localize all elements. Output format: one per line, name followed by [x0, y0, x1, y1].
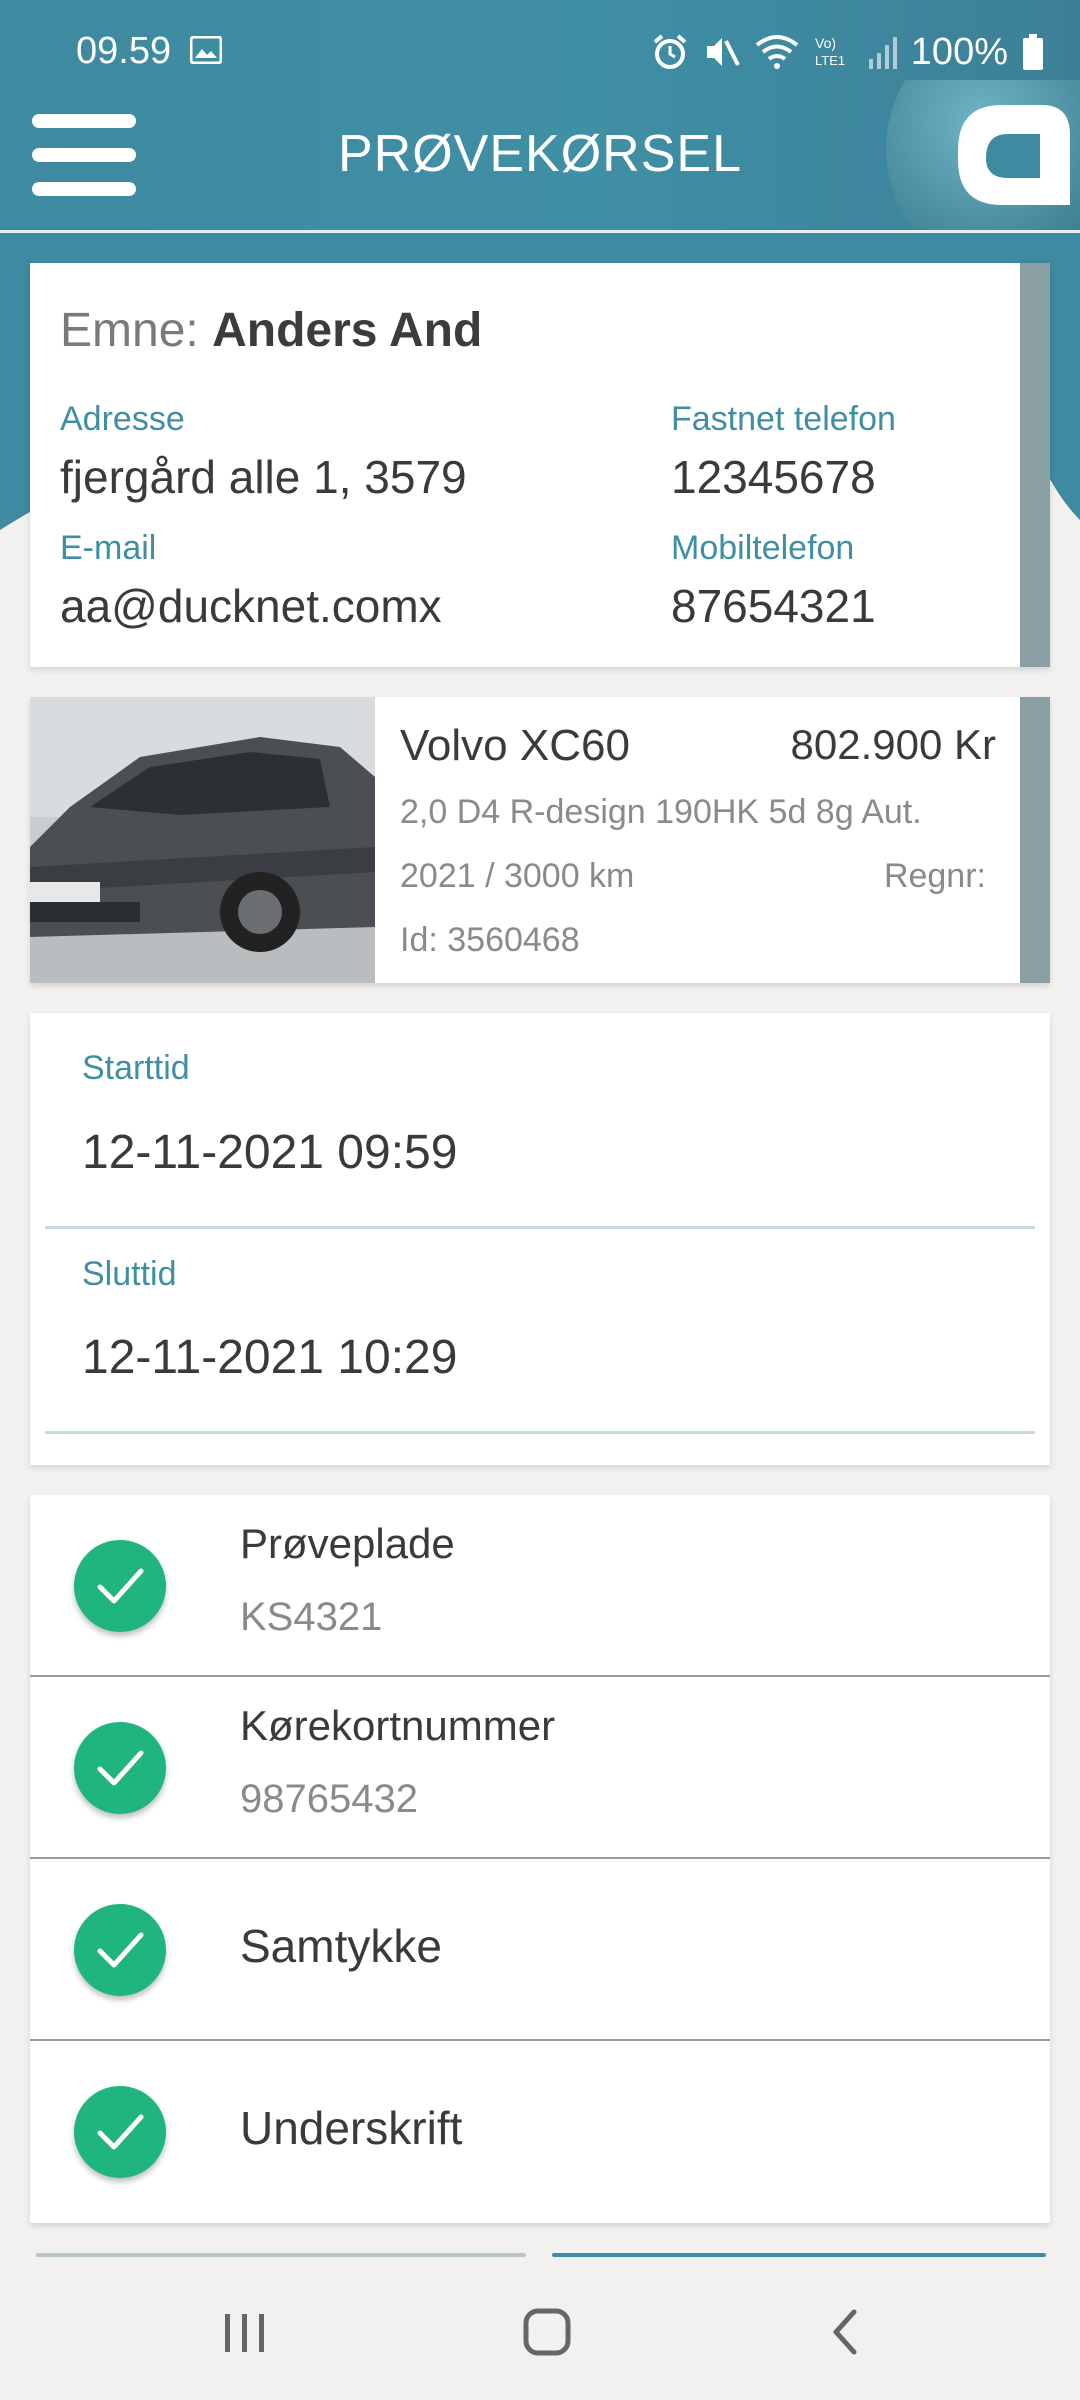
end-time-underline — [45, 1431, 1035, 1434]
check-value: 98765432 — [240, 1777, 418, 1821]
landline-value[interactable]: 12345678 — [671, 450, 876, 504]
check-row-underskrift[interactable]: Underskrift — [30, 2041, 1050, 2223]
customer-card[interactable]: Emne: Anders And Adresse fjergård alle 1… — [30, 263, 1050, 667]
check-title: Kørekortnummer — [240, 1702, 556, 1749]
end-time-field[interactable]: 12-11-2021 10:29 — [82, 1330, 457, 1385]
secondary-button-edge[interactable] — [36, 2253, 526, 2257]
car-year-km: 2021 / 3000 km — [400, 857, 635, 895]
check-icon — [74, 1540, 166, 1632]
car-id: Id: 3560468 — [400, 921, 580, 959]
check-value: KS4321 — [240, 1595, 383, 1639]
volte-icon: Vo) LTE1 — [815, 35, 845, 68]
status-time: 09.59 — [76, 30, 172, 72]
subject-line: Emne: Anders And — [60, 303, 482, 358]
car-regnr-label: Regnr: — [883, 857, 986, 895]
image-icon — [190, 36, 222, 64]
home-icon[interactable] — [506, 2302, 586, 2362]
back-icon[interactable] — [808, 2302, 888, 2362]
car-variant: 2,0 D4 R-design 190HK 5d 8g Aut. — [400, 793, 922, 831]
start-time-field[interactable]: 12-11-2021 09:59 — [82, 1125, 457, 1180]
address-label: Adresse — [60, 400, 185, 438]
email-value[interactable]: aa@ducknet.comx — [60, 579, 442, 633]
check-title: Underskrift — [240, 2102, 463, 2154]
brand-logo — [886, 80, 1080, 230]
status-icons: Vo) LTE1 100% — [651, 24, 1044, 80]
start-time-label: Starttid — [82, 1049, 190, 1087]
mobile-label: Mobiltelefon — [671, 529, 855, 567]
check-title: Prøveplade — [240, 1520, 455, 1567]
car-photo — [30, 697, 375, 983]
subject-name: Anders And — [212, 304, 483, 357]
battery-percent: 100% — [910, 30, 1008, 73]
landline-label: Fastnet telefon — [671, 400, 896, 438]
system-nav-bar — [0, 2262, 1080, 2400]
header-divider — [0, 230, 1080, 233]
subject-label: Emne: — [60, 304, 199, 357]
check-icon — [74, 1722, 166, 1814]
primary-button-edge[interactable] — [552, 2253, 1046, 2257]
times-card: Starttid 12-11-2021 09:59 Sluttid 12-11-… — [30, 1013, 1050, 1465]
check-icon — [74, 2086, 166, 2178]
car-price: 802.900 Kr — [790, 721, 997, 768]
battery-icon — [1023, 34, 1043, 70]
recent-apps-icon[interactable] — [205, 2302, 285, 2362]
card-side-strip — [1020, 263, 1050, 667]
check-row-proveplade[interactable]: Prøveplade KS4321 — [30, 1495, 1050, 1677]
card-side-strip — [1020, 697, 1050, 983]
check-title: Samtykke — [240, 1920, 442, 1972]
alarm-icon — [653, 34, 687, 69]
svg-text:LTE1: LTE1 — [815, 53, 845, 68]
check-row-samtykke[interactable]: Samtykke — [30, 1859, 1050, 2041]
svg-text:Vo): Vo) — [815, 35, 836, 51]
signal-icon — [868, 37, 897, 69]
end-time-label: Sluttid — [82, 1255, 177, 1293]
start-time-underline — [45, 1226, 1035, 1229]
car-card[interactable]: Volvo XC60 802.900 Kr 2,0 D4 R-design 19… — [30, 697, 1050, 983]
address-value: fjergård alle 1, 3579 — [60, 451, 467, 503]
check-row-korekortnummer[interactable]: Kørekortnummer 98765432 — [30, 1677, 1050, 1859]
mute-icon — [706, 38, 740, 66]
email-label: E-mail — [60, 529, 157, 567]
wifi-icon — [755, 35, 799, 69]
checklist-card: Prøveplade KS4321 Kørekortnummer 9876543… — [30, 1495, 1050, 2223]
app-bar: PRØVEKØRSEL — [0, 80, 1080, 230]
mobile-value[interactable]: 87654321 — [671, 579, 876, 633]
status-bar: 09.59 Vo) LTE1 100% — [0, 0, 1080, 80]
car-name: Volvo XC60 — [400, 721, 630, 770]
check-icon — [74, 1904, 166, 1996]
